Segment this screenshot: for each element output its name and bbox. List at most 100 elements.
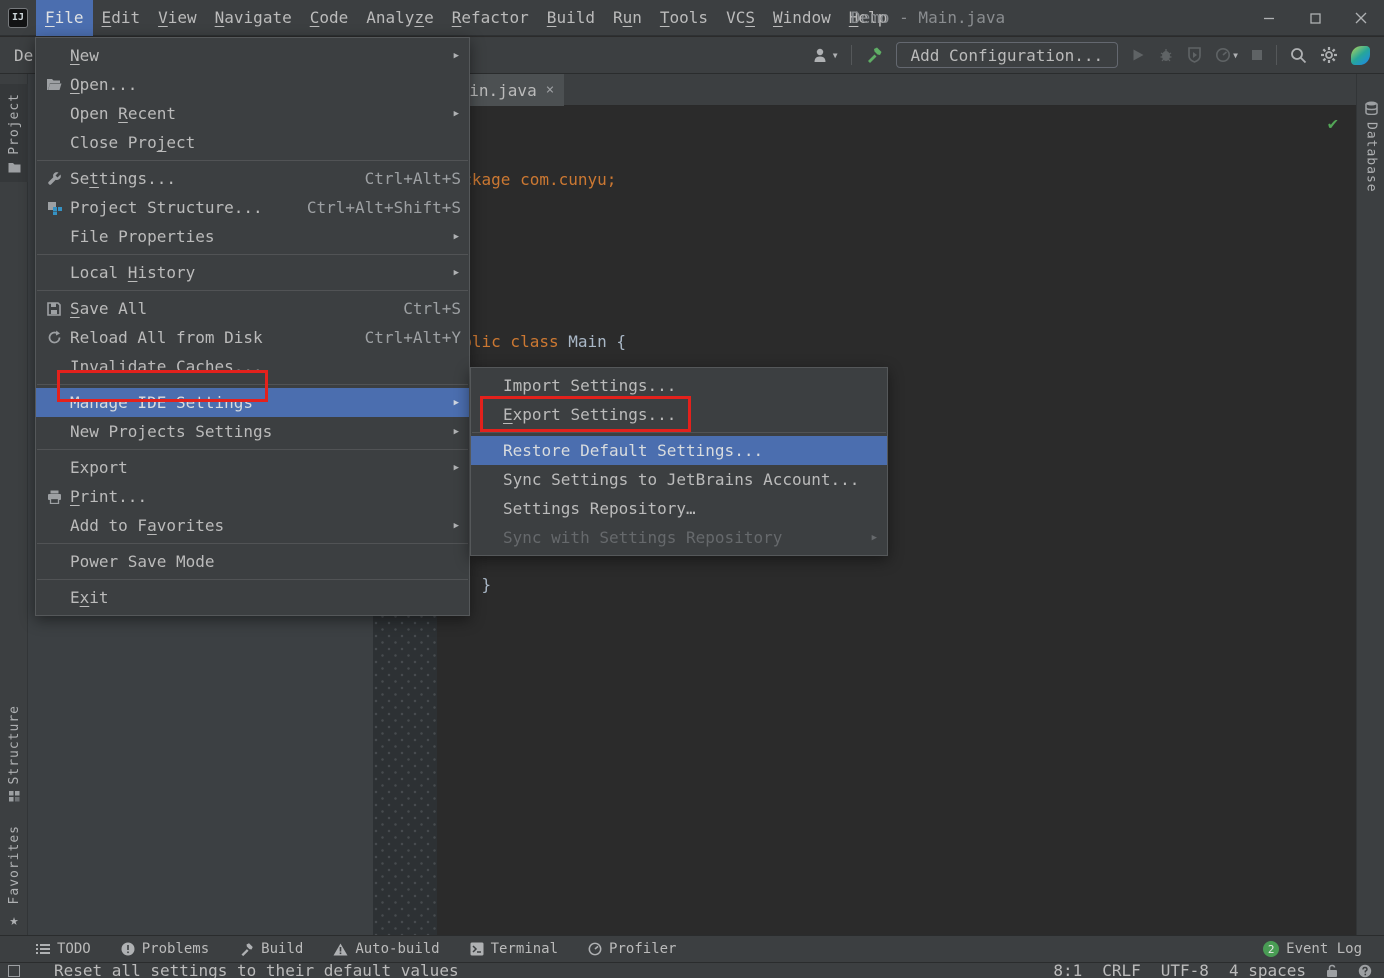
menu-item-export[interactable]: Export▶ — [36, 453, 469, 482]
title-bar: IJ File Edit View Navigate Code Analyze … — [0, 0, 1384, 36]
unlock-icon[interactable] — [1326, 964, 1338, 978]
toolwindow-profiler[interactable]: Profiler — [588, 941, 676, 957]
menubar-tools[interactable]: Tools — [651, 0, 717, 36]
profiler-run-icon[interactable]: ▼ — [1215, 47, 1238, 63]
menu-separator — [472, 432, 886, 433]
status-hint-text: Reset all settings to their default valu… — [54, 962, 459, 978]
todo-label: TODO — [57, 941, 91, 957]
breadcrumb[interactable]: De — [14, 46, 33, 65]
tool-window-bar: TODO Problems Build Auto-build Terminal … — [0, 935, 1384, 962]
run-icon[interactable] — [1131, 48, 1145, 62]
menu-item-file-properties[interactable]: File Properties▶ — [36, 222, 469, 251]
stop-icon[interactable] — [1251, 49, 1263, 61]
toolwindow-problems[interactable]: Problems — [121, 941, 209, 957]
menu-item-power-save-mode[interactable]: Power Save Mode — [36, 547, 469, 576]
menu-item-import-settings[interactable]: Import Settings... — [471, 371, 887, 400]
event-log-badge: 2 — [1263, 941, 1279, 957]
menu-item-invalidate-caches[interactable]: Invalidate Caches... — [36, 352, 469, 381]
inspection-ok-icon[interactable]: ✔ — [1328, 114, 1338, 134]
project-tab-label: Project — [7, 93, 22, 155]
run-with-coverage-icon[interactable] — [1187, 47, 1202, 63]
menubar-build[interactable]: Build — [538, 0, 604, 36]
menu-item-settings[interactable]: Settings...Ctrl+Alt+S — [36, 164, 469, 193]
window-title: Demo - Main.java — [851, 0, 1005, 36]
line-ending-indicator[interactable]: CRLF — [1102, 962, 1141, 978]
sidebar-tab-database[interactable]: Database — [1357, 92, 1384, 202]
problems-icon — [121, 942, 135, 956]
user-account-icon[interactable]: ▼ — [813, 47, 838, 63]
submenu-arrow-icon: ▶ — [454, 521, 461, 531]
folder-open-icon — [42, 78, 66, 91]
menu-item-print[interactable]: Print... — [36, 482, 469, 511]
menu-item-open[interactable]: Open... — [36, 70, 469, 99]
menu-separator — [37, 384, 468, 385]
editor-tab-bar: Main.java × — [437, 74, 1356, 106]
menu-item-add-to-favorites[interactable]: Add to Favorites▶ — [36, 511, 469, 540]
menubar-file[interactable]: File — [36, 0, 93, 36]
settings-gear-icon[interactable] — [1320, 46, 1338, 64]
menu-separator — [37, 579, 468, 580]
menubar-edit[interactable]: Edit — [93, 0, 150, 36]
toolwindow-terminal[interactable]: Terminal — [470, 941, 558, 957]
sidebar-tab-favorites[interactable]: Favorites ★ — [0, 816, 28, 938]
toolwindow-build[interactable]: Build — [239, 941, 303, 957]
profiler-gauge-icon — [588, 942, 602, 956]
menu-item-export-settings[interactable]: Export Settings... — [471, 400, 887, 429]
search-everywhere-icon[interactable] — [1290, 47, 1307, 64]
caret-position[interactable]: 8:1 — [1053, 962, 1082, 978]
menubar-refactor[interactable]: Refactor — [443, 0, 538, 36]
encoding-indicator[interactable]: UTF-8 — [1161, 962, 1209, 978]
menu-item-manage-ide-settings[interactable]: Manage IDE Settings▶ — [36, 388, 469, 417]
menu-item-sync-settings-jetbrains[interactable]: Sync Settings to JetBrains Account... — [471, 465, 887, 494]
close-button[interactable] — [1338, 0, 1384, 36]
inspection-profile-icon[interactable] — [1358, 964, 1372, 978]
tab-close-icon[interactable]: × — [546, 82, 554, 98]
warning-triangle-icon — [333, 943, 348, 956]
add-configuration-button[interactable]: Add Configuration... — [896, 42, 1119, 68]
gradient-plugin-icon[interactable] — [1351, 46, 1370, 65]
toolwindow-autobuild[interactable]: Auto-build — [333, 941, 439, 957]
menu-item-new[interactable]: New▶ — [36, 41, 469, 70]
menubar-view[interactable]: View — [149, 0, 206, 36]
menu-separator — [37, 449, 468, 450]
menu-separator — [37, 543, 468, 544]
menu-item-new-projects-settings[interactable]: New Projects Settings▶ — [36, 417, 469, 446]
status-bar: Reset all settings to their default valu… — [0, 962, 1384, 978]
menu-item-settings-repository[interactable]: Settings Repository… — [471, 494, 887, 523]
menu-item-save-all[interactable]: Save AllCtrl+S — [36, 294, 469, 323]
menu-item-exit[interactable]: Exit — [36, 583, 469, 612]
sidebar-tab-structure[interactable]: Structure — [0, 696, 28, 811]
submenu-arrow-icon: ▶ — [454, 51, 461, 61]
chevron-down-icon: ▼ — [1233, 51, 1238, 60]
menu-item-reload-from-disk[interactable]: Reload All from DiskCtrl+Alt+Y — [36, 323, 469, 352]
menubar-navigate[interactable]: Navigate — [206, 0, 301, 36]
submenu-arrow-icon: ▶ — [454, 109, 461, 119]
refresh-icon — [42, 330, 66, 345]
submenu-arrow-icon: ▶ — [454, 463, 461, 473]
maximize-button[interactable] — [1292, 0, 1338, 36]
menu-item-local-history[interactable]: Local History▶ — [36, 258, 469, 287]
menubar-run[interactable]: Run — [604, 0, 651, 36]
chevron-down-icon: ▼ — [833, 51, 838, 60]
menubar-vcs[interactable]: VCS — [717, 0, 764, 36]
menubar-window[interactable]: Window — [764, 0, 840, 36]
menu-item-project-structure[interactable]: Project Structure...Ctrl+Alt+Shift+S — [36, 193, 469, 222]
event-log-button[interactable]: 2 Event Log — [1263, 941, 1362, 957]
menu-item-sync-with-settings-repository: Sync with Settings Repository▶ — [471, 523, 887, 552]
submenu-arrow-icon: ▶ — [454, 268, 461, 278]
menu-item-restore-default-settings[interactable]: Restore Default Settings... — [471, 436, 887, 465]
indent-indicator[interactable]: 4 spaces — [1229, 962, 1306, 978]
minimize-button[interactable] — [1246, 0, 1292, 36]
build-hammer-icon[interactable] — [865, 46, 883, 64]
menubar-code[interactable]: Code — [301, 0, 358, 36]
debug-icon[interactable] — [1158, 47, 1174, 63]
menubar-analyze[interactable]: Analyze — [357, 0, 442, 36]
menu-item-open-recent[interactable]: Open Recent▶ — [36, 99, 469, 128]
toolwindow-switcher-icon[interactable] — [8, 965, 20, 977]
sidebar-tab-project[interactable]: Project — [0, 84, 28, 182]
autobuild-label: Auto-build — [355, 941, 439, 957]
wrench-icon — [42, 171, 66, 186]
toolwindow-todo[interactable]: TODO — [36, 941, 91, 957]
menu-item-close-project[interactable]: Close Project — [36, 128, 469, 157]
project-structure-icon — [42, 201, 66, 215]
